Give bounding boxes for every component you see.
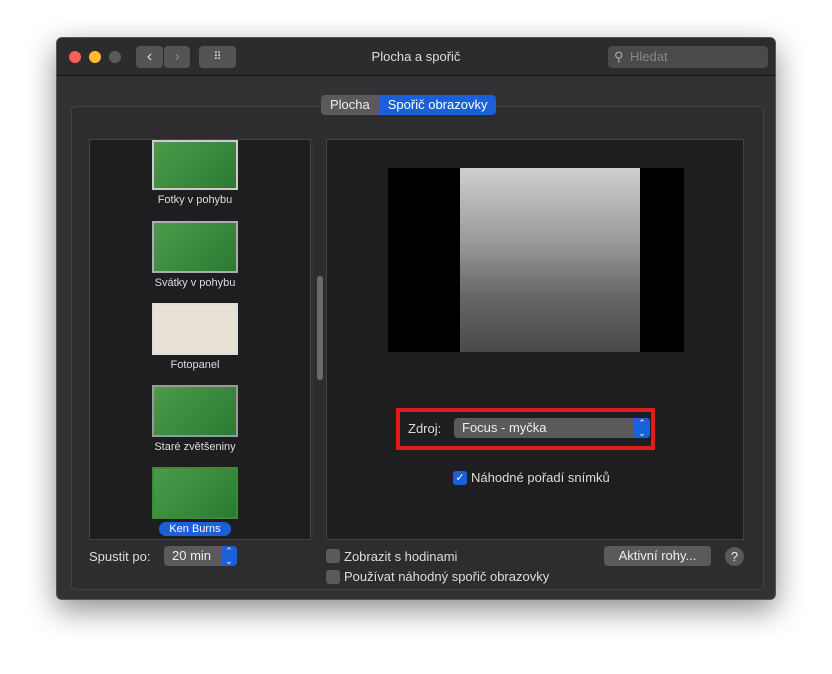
search-input[interactable]: ⚲ Hledat — [608, 46, 768, 68]
saver-item[interactable]: Svátky v pohybu — [152, 221, 238, 289]
saver-label: Fotopanel — [170, 359, 220, 371]
saver-label: Staré zvětšeniny — [154, 441, 236, 453]
saver-label: Svátky v pohybu — [154, 277, 236, 289]
window: ‹ › ⠿ Plocha a spořič ⚲ Hledat Plocha Spo… — [56, 37, 776, 600]
preview-photo — [460, 168, 640, 352]
saver-item-selected[interactable]: Ken Burns — [152, 467, 238, 536]
updown-chevron-icon: ⌃ ⌄ — [634, 418, 650, 438]
hot-corners-button[interactable]: Aktivní rohy... — [604, 546, 711, 566]
show-clock-label: Zobrazit s hodinami — [344, 549, 458, 564]
updown-chevron-icon: ⌃ ⌄ — [221, 546, 237, 566]
saver-label: Fotky v pohybu — [157, 194, 233, 206]
search-placeholder: Hledat — [630, 49, 668, 64]
saver-item[interactable]: Staré zvětšeniny — [152, 385, 238, 453]
scrollbar-thumb[interactable] — [317, 276, 323, 380]
random-saver-checkbox[interactable] — [326, 570, 340, 584]
tab-plocha[interactable]: Plocha — [321, 95, 379, 115]
help-button[interactable]: ? — [725, 547, 744, 566]
source-label: Zdroj: — [408, 421, 442, 436]
scrollbar[interactable] — [312, 140, 326, 539]
random-saver-label: Používat náhodný spořič obrazovky — [344, 569, 550, 584]
start-after-label: Spustit po: — [89, 549, 151, 564]
saver-item[interactable]: Fotky v pohybu — [152, 140, 238, 206]
source-value: Focus - myčka — [462, 420, 547, 435]
start-after-popup[interactable]: 20 min ⌃ ⌄ — [164, 546, 237, 566]
shuffle-checkbox[interactable]: ✓ — [453, 471, 467, 485]
saver-label: Ken Burns — [159, 522, 231, 536]
tab-bar: Plocha Spořič obrazovky — [321, 95, 497, 115]
source-popup[interactable]: Focus - myčka ⌃ ⌄ — [454, 418, 650, 438]
start-after-value: 20 min — [172, 548, 212, 563]
shuffle-label: Náhodné pořadí snímků — [471, 470, 610, 485]
screensaver-preview — [388, 168, 684, 352]
screensaver-list: Fotky v pohybu Svátky v pohybu Fotopanel… — [89, 139, 323, 540]
saver-item[interactable]: Fotopanel — [152, 303, 238, 371]
title-bar: ‹ › ⠿ Plocha a spořič ⚲ Hledat — [57, 38, 775, 76]
search-icon: ⚲ — [614, 49, 624, 64]
show-clock-checkbox[interactable] — [326, 549, 340, 563]
tab-screensaver[interactable]: Spořič obrazovky — [378, 95, 497, 115]
